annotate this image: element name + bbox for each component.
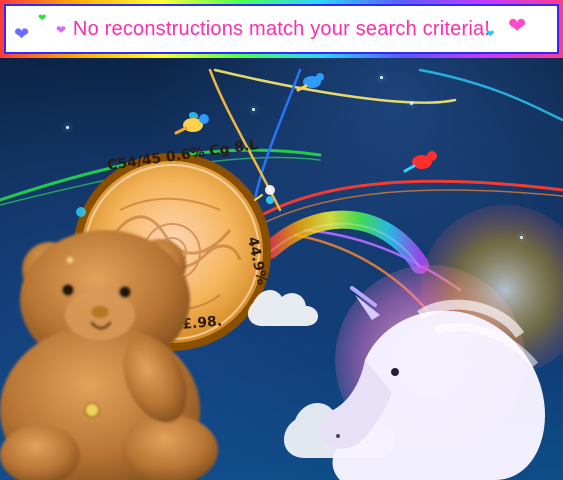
fantasy-background: C54/45 0.6% Cg 8.L 44.9% 49.£.98. xyxy=(0,68,563,480)
sparkle-star xyxy=(380,76,383,79)
message-banner: ❤ ❤ ❤ No reconstructions match your sear… xyxy=(4,4,559,54)
sparkle-star xyxy=(252,108,255,111)
sparkle-star xyxy=(520,236,523,239)
heart-pink-icon: ❤ xyxy=(508,14,527,39)
heart-blue-icon: ❤ xyxy=(14,24,30,45)
message-banner-frame: ❤ ❤ ❤ No reconstructions match your sear… xyxy=(0,0,563,58)
sparkle-star xyxy=(66,126,69,129)
heart-green-icon: ❤ xyxy=(38,13,47,24)
heart-purple-icon: ❤ xyxy=(56,23,67,37)
sparkle-star xyxy=(410,102,413,105)
heart-cyan-icon: ❤ xyxy=(486,29,495,40)
no-results-message: No reconstructions match your search cri… xyxy=(72,17,491,40)
error-page: C54/45 0.6% Cg 8.L 44.9% 49.£.98. ❤ ❤ ❤ … xyxy=(0,0,563,480)
